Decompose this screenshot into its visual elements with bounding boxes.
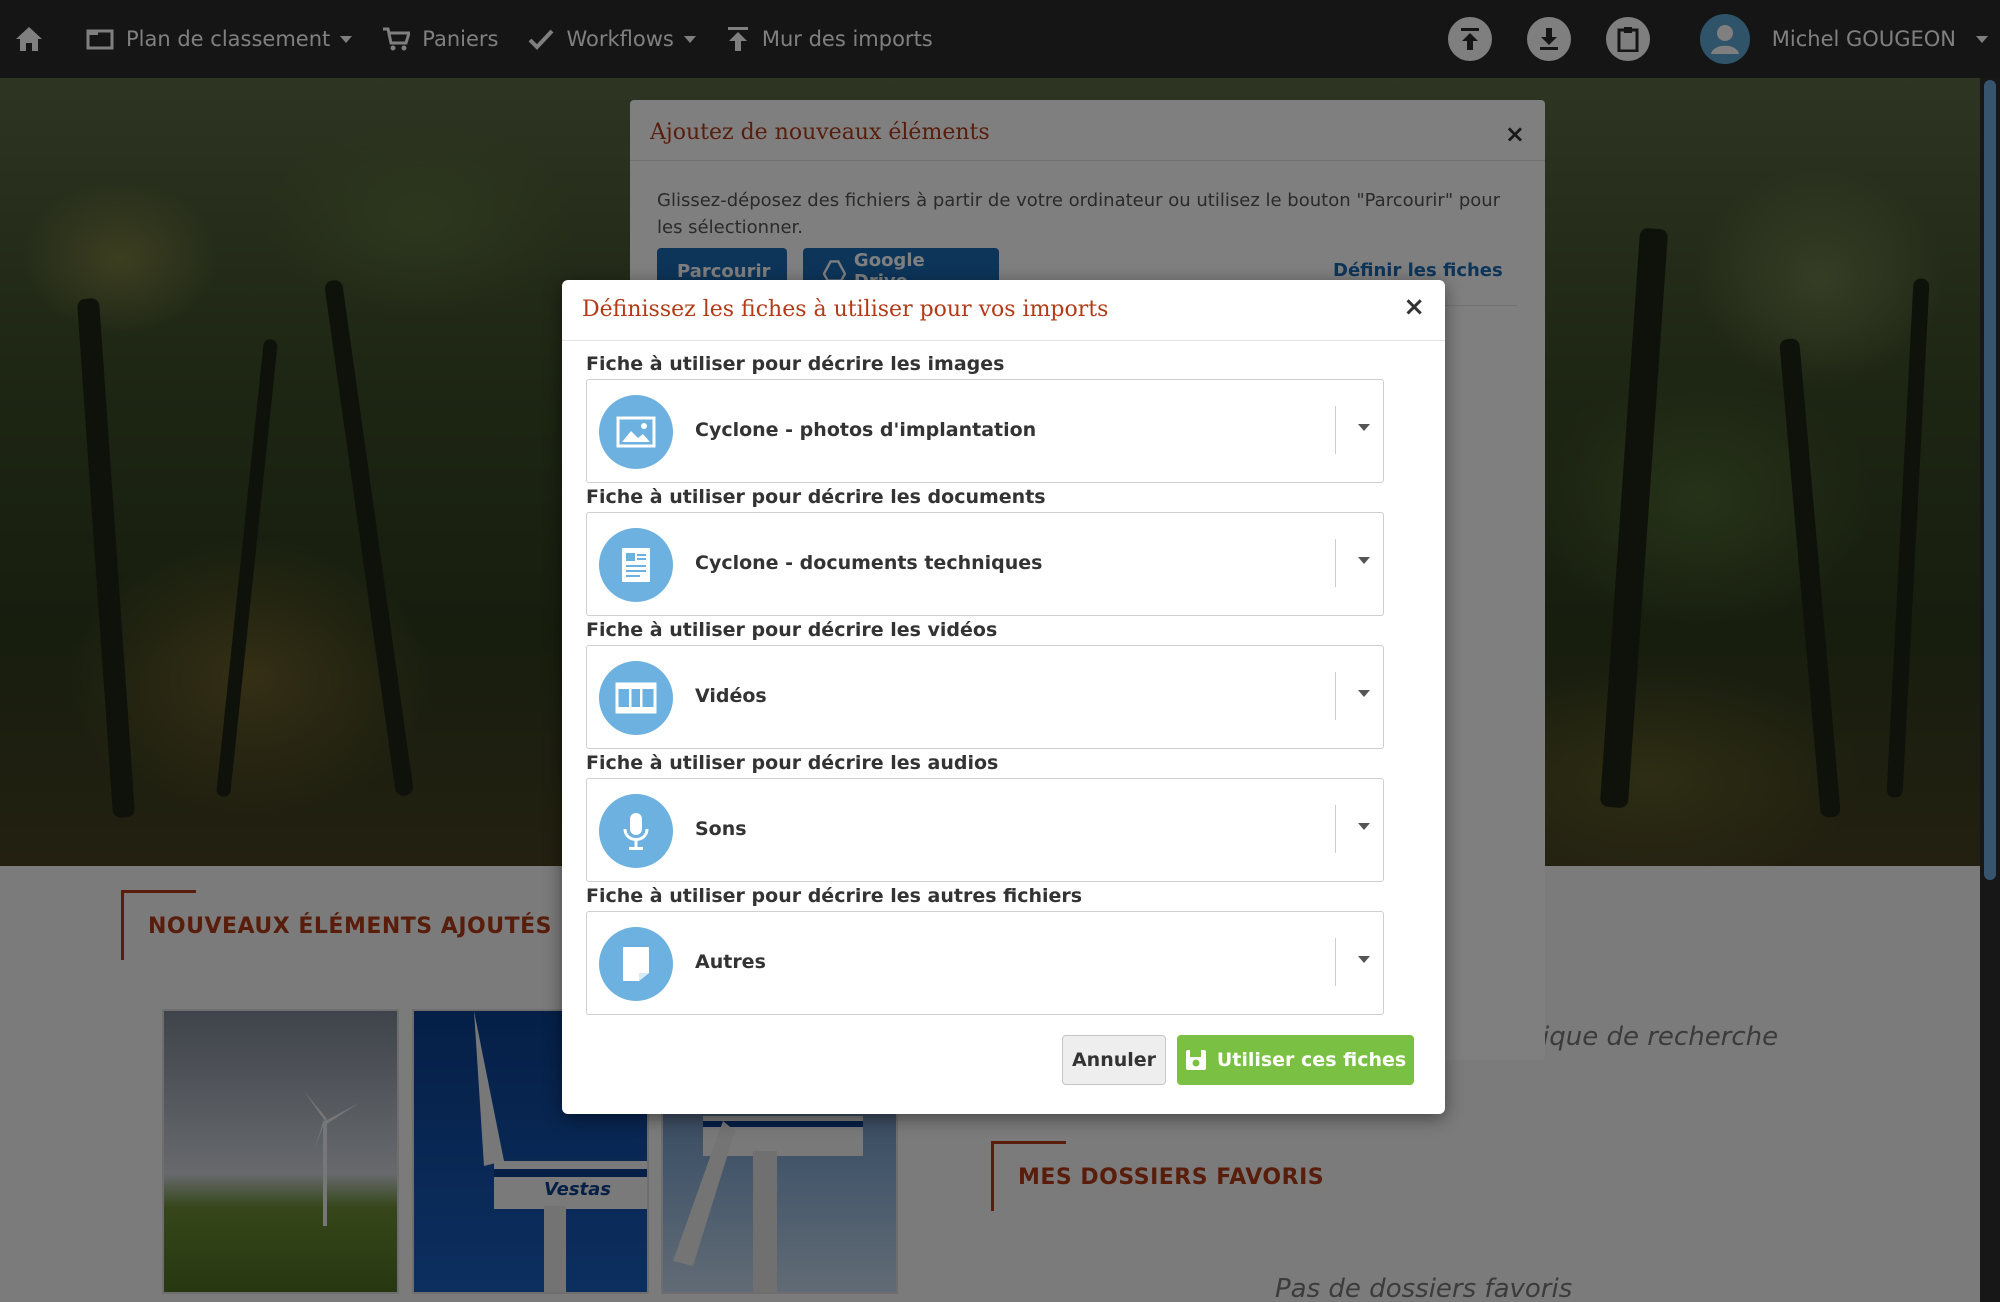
documents-fiche-select[interactable]: Cyclone - documents techniques [586, 512, 1384, 616]
chevron-down-icon[interactable] [1358, 823, 1370, 830]
chevron-down-icon[interactable] [1358, 690, 1370, 697]
audios-fiche-select[interactable]: Sons [586, 778, 1384, 882]
images-fiche-select[interactable]: Cyclone - photos d'implantation [586, 379, 1384, 483]
select-divider [1335, 672, 1336, 720]
other-files-fiche-select[interactable]: Autres [586, 911, 1384, 1015]
select-divider [1335, 539, 1336, 587]
select-value: Autres [695, 951, 766, 973]
cancel-label: Annuler [1071, 1049, 1157, 1071]
chevron-down-icon[interactable] [1358, 424, 1370, 431]
audios-field-label: Fiche à utiliser pour décrire les audios [586, 752, 999, 774]
image-icon [599, 395, 673, 469]
other-files-field-label: Fiche à utiliser pour décrire les autres… [586, 885, 1083, 907]
cancel-button[interactable]: Annuler [1062, 1035, 1166, 1085]
define-fiches-modal: Définissez les fiches à utiliser pour vo… [562, 280, 1445, 1114]
images-field-label: Fiche à utiliser pour décrire les images [586, 353, 1005, 375]
documents-field-label: Fiche à utiliser pour décrire les docume… [586, 486, 1046, 508]
modal-header: Définissez les fiches à utiliser pour vo… [562, 280, 1445, 341]
modal-title: Définissez les fiches à utiliser pour vo… [582, 297, 1109, 322]
select-value: Cyclone - photos d'implantation [695, 419, 1037, 441]
select-value: Vidéos [695, 685, 767, 707]
close-icon[interactable]: × [1403, 292, 1425, 322]
chevron-down-icon[interactable] [1358, 557, 1370, 564]
select-value: Sons [695, 818, 747, 840]
film-icon [599, 661, 673, 735]
microphone-icon [599, 794, 673, 868]
videos-field-label: Fiche à utiliser pour décrire les vidéos [586, 619, 998, 641]
document-icon [599, 528, 673, 602]
file-icon [599, 927, 673, 1001]
videos-fiche-select[interactable]: Vidéos [586, 645, 1384, 749]
use-fiches-label: Utiliser ces fiches [1216, 1049, 1407, 1071]
select-divider [1335, 406, 1336, 454]
select-divider [1335, 805, 1336, 853]
save-icon [1185, 1050, 1206, 1070]
select-value: Cyclone - documents techniques [695, 552, 1043, 574]
select-divider [1335, 938, 1336, 986]
use-fiches-button[interactable]: Utiliser ces fiches [1177, 1035, 1414, 1085]
chevron-down-icon[interactable] [1358, 956, 1370, 963]
